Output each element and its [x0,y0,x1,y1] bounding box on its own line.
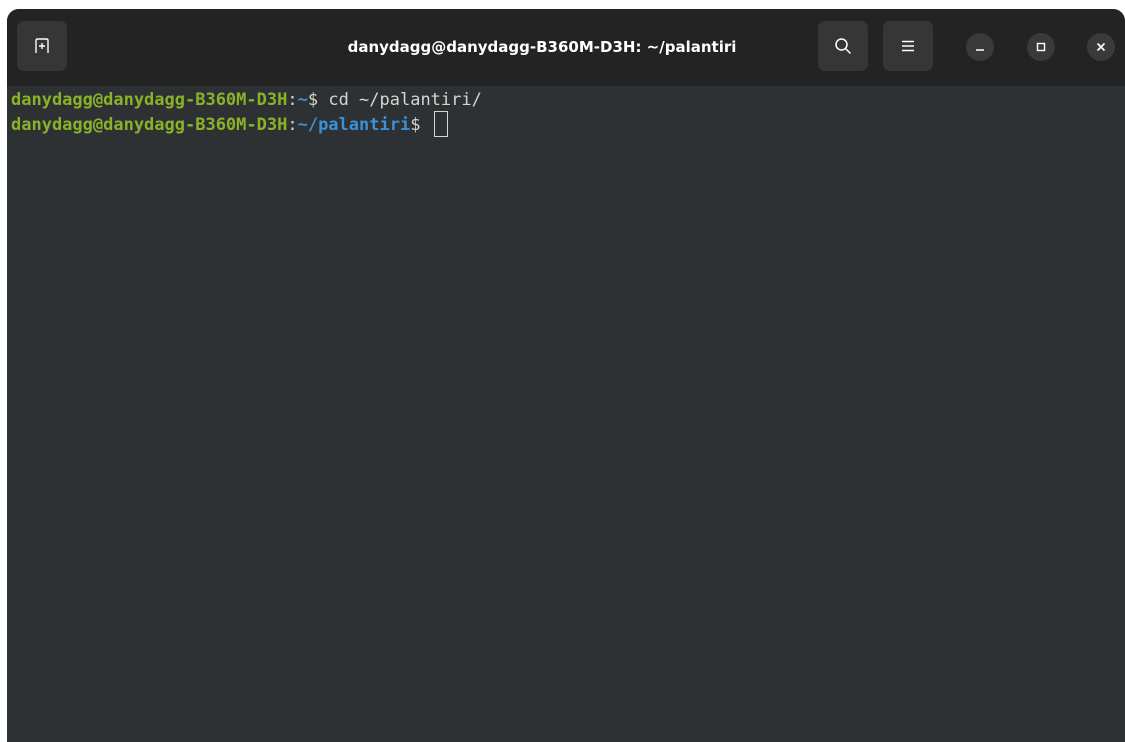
close-button[interactable] [1087,33,1115,61]
search-icon [835,38,851,54]
minimize-icon [976,49,984,51]
hamburger-menu-icon [902,40,914,52]
window-title: danydagg@danydagg-B360M-D3H: ~/palantiri [347,38,737,56]
prompt-symbol: $ [307,90,329,110]
menu-button[interactable] [883,21,933,71]
terminal-line: danydagg@danydagg-B360M-D3H:~$ cd ~/pala… [11,90,1125,111]
minimize-button[interactable] [966,33,994,61]
search-button[interactable] [818,21,868,71]
maximize-icon [1036,42,1046,52]
prompt-separator: : [287,115,298,135]
header-bar: danydagg@danydagg-B360M-D3H: ~/palantiri [7,9,1125,86]
terminal-output[interactable]: danydagg@danydagg-B360M-D3H:~$ cd ~/pala… [7,86,1125,742]
prompt-path: ~/palantiri [297,115,411,135]
new-tab-icon [35,38,49,53]
close-icon [1096,42,1106,52]
maximize-button[interactable] [1027,33,1055,61]
prompt-symbol: $ [410,115,431,135]
new-tab-button[interactable] [17,21,67,71]
prompt-path: ~ [297,90,308,110]
text-cursor [433,111,448,137]
terminal-window: danydagg@danydagg-B360M-D3H: ~/palantiri [7,9,1125,742]
command-text: cd ~/palantiri/ [328,90,482,110]
prompt-separator: : [287,90,298,110]
prompt-user-host: danydagg@danydagg-B360M-D3H [11,90,288,110]
prompt-user-host: danydagg@danydagg-B360M-D3H [11,115,288,135]
terminal-line: danydagg@danydagg-B360M-D3H:~/palantiri$ [11,111,1125,137]
